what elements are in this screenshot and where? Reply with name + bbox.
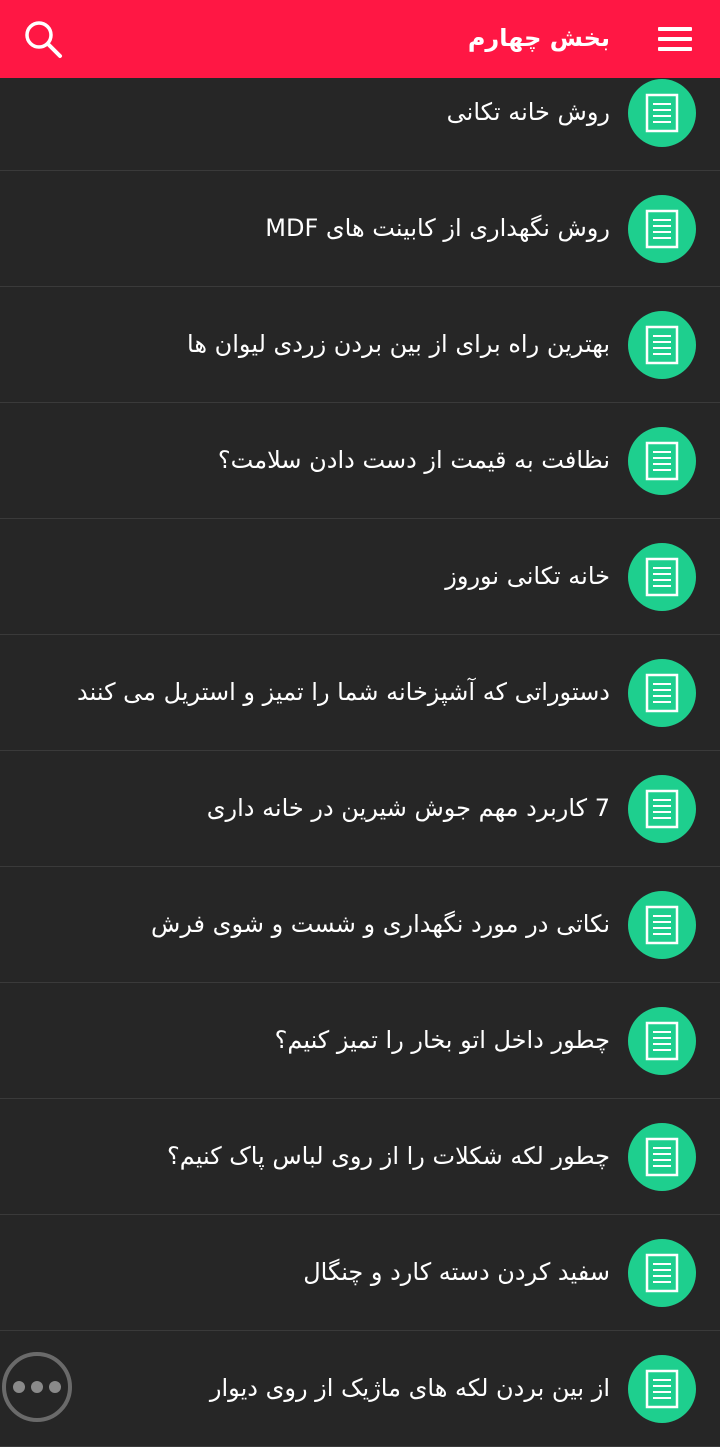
page-title: بخش چهارم bbox=[467, 24, 610, 52]
list-item[interactable]: چطور داخل اتو بخار را تمیز کنیم؟ bbox=[0, 983, 720, 1099]
document-icon bbox=[628, 543, 696, 611]
list-item-title: روش نگهداری از کابینت های MDF bbox=[265, 214, 610, 242]
list-item-title: دستوراتی که آشپزخانه شما را تمیز و استری… bbox=[77, 678, 610, 706]
list-item[interactable]: بهترین راه برای از بین بردن زردی لیوان ه… bbox=[0, 287, 720, 403]
article-list: روش خانه تکانی روش نگهداری از کابینت های… bbox=[0, 55, 720, 1447]
document-icon bbox=[628, 659, 696, 727]
list-item[interactable]: خانه تکانی نوروز bbox=[0, 519, 720, 635]
app-bar: بخش چهارم bbox=[0, 0, 720, 78]
list-item[interactable]: نظافت به قیمت از دست دادن سلامت؟ bbox=[0, 403, 720, 519]
list-item[interactable]: 7 کاربرد مهم جوش شیرین در خانه داری bbox=[0, 751, 720, 867]
list-item-title: خانه تکانی نوروز bbox=[445, 562, 610, 590]
search-icon[interactable] bbox=[22, 18, 64, 60]
document-icon bbox=[628, 1355, 696, 1423]
list-item[interactable]: نکاتی در مورد نگهداری و شست و شوی فرش bbox=[0, 867, 720, 983]
document-icon bbox=[628, 1123, 696, 1191]
document-icon bbox=[628, 427, 696, 495]
list-item[interactable]: روش نگهداری از کابینت های MDF bbox=[0, 171, 720, 287]
document-icon bbox=[628, 775, 696, 843]
document-icon bbox=[628, 1007, 696, 1075]
list-item-title: 7 کاربرد مهم جوش شیرین در خانه داری bbox=[206, 794, 610, 822]
more-dots-icon[interactable] bbox=[2, 1352, 72, 1422]
list-item[interactable]: دستوراتی که آشپزخانه شما را تمیز و استری… bbox=[0, 635, 720, 751]
list-item-title: سفید کردن دسته کارد و چنگال bbox=[303, 1258, 610, 1286]
document-icon bbox=[628, 311, 696, 379]
document-icon bbox=[628, 195, 696, 263]
list-item[interactable]: سفید کردن دسته کارد و چنگال bbox=[0, 1215, 720, 1331]
hamburger-menu-icon[interactable] bbox=[654, 18, 696, 60]
list-item-title: چطور داخل اتو بخار را تمیز کنیم؟ bbox=[274, 1026, 610, 1054]
list-item-title: از بین بردن لکه های ماژیک از روی دیوار bbox=[209, 1374, 610, 1402]
list-item-title: چطور لکه شکلات را از روی لباس پاک کنیم؟ bbox=[167, 1142, 610, 1170]
document-icon bbox=[628, 1239, 696, 1307]
list-item[interactable]: از بین بردن لکه های ماژیک از روی دیوار bbox=[0, 1331, 720, 1447]
list-item-title: نکاتی در مورد نگهداری و شست و شوی فرش bbox=[151, 910, 610, 938]
list-item[interactable]: چطور لکه شکلات را از روی لباس پاک کنیم؟ bbox=[0, 1099, 720, 1215]
list-item-title: بهترین راه برای از بین بردن زردی لیوان ه… bbox=[187, 330, 610, 358]
document-icon bbox=[628, 891, 696, 959]
document-icon bbox=[628, 79, 696, 147]
list-item-title: نظافت به قیمت از دست دادن سلامت؟ bbox=[217, 446, 610, 474]
